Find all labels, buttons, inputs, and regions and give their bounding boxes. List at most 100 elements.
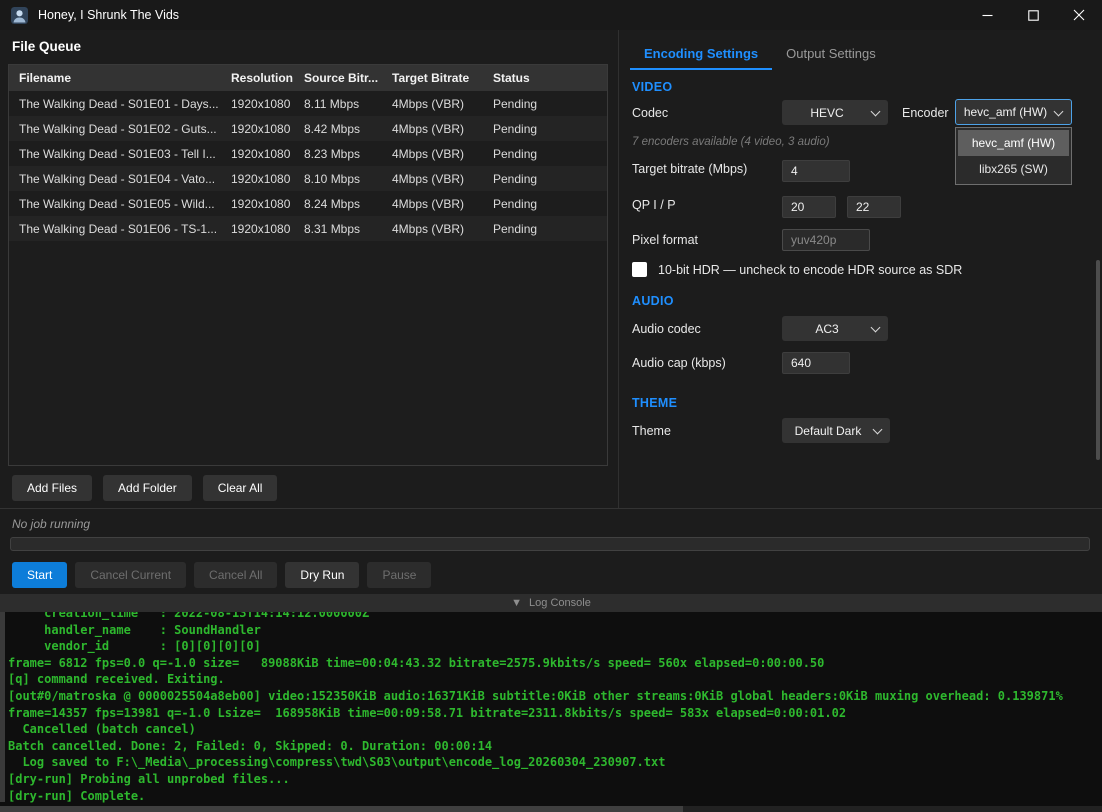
window-controls [964,0,1102,30]
file-queue-heading: File Queue [12,39,81,54]
table-header-row: FilenameResolutionSource Bitr...Target B… [9,65,607,91]
theme-select[interactable]: Default Dark [782,418,890,443]
settings-scrollbar[interactable] [1096,260,1100,460]
chevron-down-icon [1054,107,1064,117]
cell-filename: The Walking Dead - S01E01 - Days... [19,97,231,111]
theme-section-header: THEME [632,396,677,410]
encoder-select[interactable]: hevc_amf (HW) [955,99,1072,125]
maximize-button[interactable] [1010,0,1056,30]
cell-target-bitrate: 4Mbps (VBR) [392,172,493,186]
log-horizontal-scrollbar-track[interactable] [0,806,1102,812]
log-vertical-scrollbar[interactable] [0,612,5,802]
queue-buttons: Add Files Add Folder Clear All [12,475,277,501]
audio-cap-input[interactable]: 640 [782,352,850,374]
log-line: Log saved to F:\_Media\_processing\compr… [8,754,1063,771]
queue-button[interactable]: Add Files [12,475,92,501]
cell-status: Pending [493,97,607,111]
job-button[interactable]: Cancel Current [75,562,186,588]
column-header[interactable]: Filename [19,71,231,85]
pixel-format-input[interactable]: yuv420p [782,229,870,251]
queue-button[interactable]: Add Folder [103,475,192,501]
column-header[interactable]: Source Bitr... [304,71,392,85]
log-line: vendor_id : [0][0][0][0] [8,638,1063,655]
audio-section-header: AUDIO [632,294,674,308]
job-button[interactable]: Dry Run [285,562,359,588]
log-line: [dry-run] Complete. [8,788,1063,805]
log-line: frame= 6812 fps=0.0 q=-1.0 size= 89088Ki… [8,655,1063,672]
cell-resolution: 1920x1080 [231,172,304,186]
log-line: handler_name : SoundHandler [8,622,1063,639]
hdr-checkbox[interactable] [632,262,647,277]
encoder-value: hevc_amf (HW) [964,105,1047,119]
column-header[interactable]: Resolution [231,71,304,85]
encoder-option[interactable]: libx265 (SW) [958,156,1069,182]
log-horizontal-scrollbar-thumb[interactable] [0,806,683,812]
log-console: creation_time : 2022-08-13T14:14:12.0000… [0,612,1102,812]
audio-cap-label: Audio cap (kbps) [632,356,726,370]
tab-output-settings[interactable]: Output Settings [772,40,890,70]
qp-p-input[interactable]: 22 [847,196,901,218]
title-bar: Honey, I Shrunk The Vids [0,0,1102,30]
tab-encoding-settings[interactable]: Encoding Settings [630,40,772,70]
collapse-icon: ▼ [511,597,522,609]
cell-source-bitrate: 8.23 Mbps [304,147,392,161]
target-bitrate-input[interactable]: 4 [782,160,850,182]
settings-tabs: Encoding Settings Output Settings [630,40,890,70]
qp-label: QP I / P [632,198,676,212]
cell-status: Pending [493,147,607,161]
cell-filename: The Walking Dead - S01E06 - TS-1... [19,222,231,236]
encoder-dropdown-list: hevc_amf (HW)libx265 (SW) [955,127,1072,185]
close-icon [1073,9,1085,21]
table-row[interactable]: The Walking Dead - S01E03 - Tell I... 19… [9,141,607,166]
chevron-down-icon [873,425,883,435]
qp-i-input[interactable]: 20 [782,196,836,218]
audio-codec-select[interactable]: AC3 [782,316,888,341]
cell-target-bitrate: 4Mbps (VBR) [392,122,493,136]
cell-resolution: 1920x1080 [231,197,304,211]
column-header[interactable]: Status [493,71,607,85]
cell-source-bitrate: 8.11 Mbps [304,97,392,111]
audio-codec-label: Audio codec [632,322,701,336]
log-line: Batch cancelled. Done: 2, Failed: 0, Ski… [8,738,1063,755]
theme-value: Default Dark [795,424,862,438]
table-row[interactable]: The Walking Dead - S01E05 - Wild... 1920… [9,191,607,216]
table-row[interactable]: The Walking Dead - S01E02 - Guts... 1920… [9,116,607,141]
codec-select[interactable]: HEVC [782,100,888,125]
cell-status: Pending [493,122,607,136]
cell-filename: The Walking Dead - S01E04 - Vato... [19,172,231,186]
cell-filename: The Walking Dead - S01E03 - Tell I... [19,147,231,161]
target-bitrate-label: Target bitrate (Mbps) [632,162,747,176]
window-title: Honey, I Shrunk The Vids [38,8,179,22]
encoder-option[interactable]: hevc_amf (HW) [958,130,1069,156]
maximize-icon [1028,10,1039,21]
job-progress-bar [10,537,1090,551]
file-queue-table: FilenameResolutionSource Bitr...Target B… [8,64,608,466]
encoders-hint: 7 encoders available (4 video, 3 audio) [632,136,830,148]
log-console-header[interactable]: ▼ Log Console [0,594,1102,612]
job-button[interactable]: Start [12,562,67,588]
chevron-down-icon [871,323,881,333]
cell-source-bitrate: 8.42 Mbps [304,122,392,136]
cell-source-bitrate: 8.10 Mbps [304,172,392,186]
job-button[interactable]: Pause [367,562,431,588]
cell-filename: The Walking Dead - S01E05 - Wild... [19,197,231,211]
cell-resolution: 1920x1080 [231,222,304,236]
column-header[interactable]: Target Bitrate [392,71,493,85]
pixel-format-label: Pixel format [632,233,698,247]
codec-value: HEVC [810,106,843,120]
minimize-button[interactable] [964,0,1010,30]
log-line: [out#0/matroska @ 0000025504a8eb00] vide… [8,688,1063,705]
encoder-label: Encoder [902,106,949,120]
panel-splitter[interactable] [618,30,619,508]
close-button[interactable] [1056,0,1102,30]
cell-resolution: 1920x1080 [231,122,304,136]
table-body: The Walking Dead - S01E01 - Days... 1920… [9,91,607,241]
table-row[interactable]: The Walking Dead - S01E04 - Vato... 1920… [9,166,607,191]
app-window: Honey, I Shrunk The Vids File Queue File… [0,0,1102,812]
table-row[interactable]: The Walking Dead - S01E01 - Days... 1920… [9,91,607,116]
minimize-icon [982,10,993,21]
job-button[interactable]: Cancel All [194,562,277,588]
table-row[interactable]: The Walking Dead - S01E06 - TS-1... 1920… [9,216,607,241]
queue-button[interactable]: Clear All [203,475,278,501]
cell-target-bitrate: 4Mbps (VBR) [392,97,493,111]
